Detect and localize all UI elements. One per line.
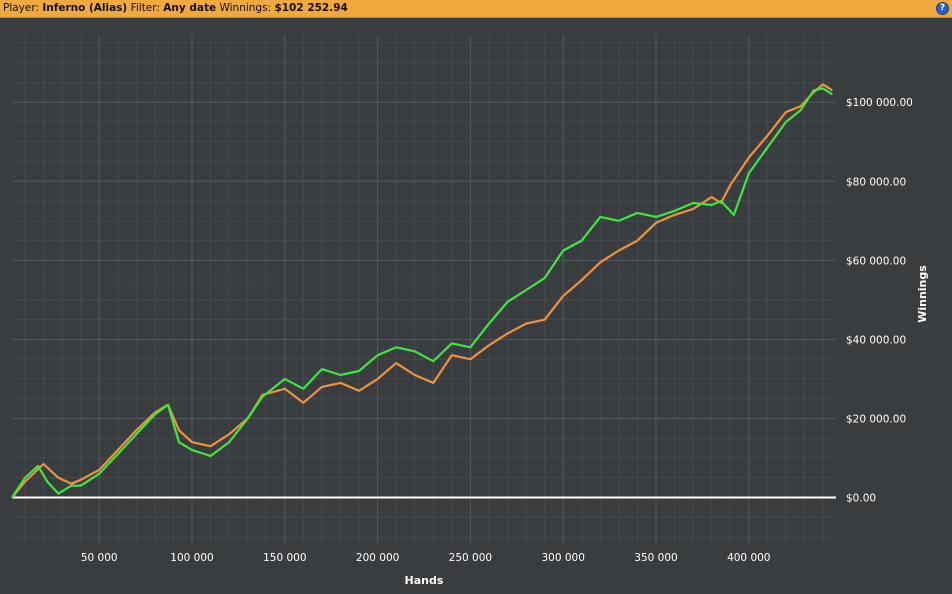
x-axis-title: Hands xyxy=(405,574,444,587)
y-tick-label: $60 000.00 xyxy=(846,255,906,267)
y-axis-title: Winnings xyxy=(916,265,929,323)
winnings-label: Winnings: xyxy=(219,2,272,14)
x-tick-label: 150 000 xyxy=(263,552,306,564)
player-value: Inferno (Alias) xyxy=(42,2,128,14)
series-layer xyxy=(11,83,833,499)
series-line-2 xyxy=(11,87,833,499)
help-icon[interactable]: ? xyxy=(936,2,949,15)
y-axis-ticks: $0.00 $20 000.00 $40 000.00 $60 000.00 $80 0… xyxy=(846,97,913,504)
x-tick-label: 50 000 xyxy=(81,552,118,564)
x-tick-label: 200 000 xyxy=(356,552,399,564)
y-tick-label: $40 000.00 xyxy=(846,334,906,346)
y-tick-label: $80 000.00 xyxy=(846,176,906,188)
filter-label: Filter: xyxy=(130,2,160,14)
winnings-value: $102 252.94 xyxy=(274,2,348,14)
player-label: Player: xyxy=(3,2,40,14)
x-tick-label: 100 000 xyxy=(170,552,213,564)
filter-value: Any date xyxy=(163,2,217,14)
y-tick-label: $100 000.00 xyxy=(846,97,913,109)
y-tick-label: $0.00 xyxy=(846,493,876,505)
chart-header-bar: Player: Inferno (Alias) Filter: Any date… xyxy=(0,0,952,18)
x-tick-label: 350 000 xyxy=(634,552,677,564)
minor-gridlines xyxy=(12,35,836,545)
x-axis-ticks: 50 000 100 000 150 000 200 000 250 000 300 00… xyxy=(81,552,771,564)
x-tick-label: 400 000 xyxy=(727,552,770,564)
y-tick-label: $20 000.00 xyxy=(846,413,906,425)
major-gridlines xyxy=(12,35,836,545)
x-tick-label: 300 000 xyxy=(541,552,584,564)
winnings-chart: 50 000 100 000 150 000 200 000 250 000 300 00… xyxy=(11,35,929,587)
x-tick-label: 250 000 xyxy=(449,552,492,564)
